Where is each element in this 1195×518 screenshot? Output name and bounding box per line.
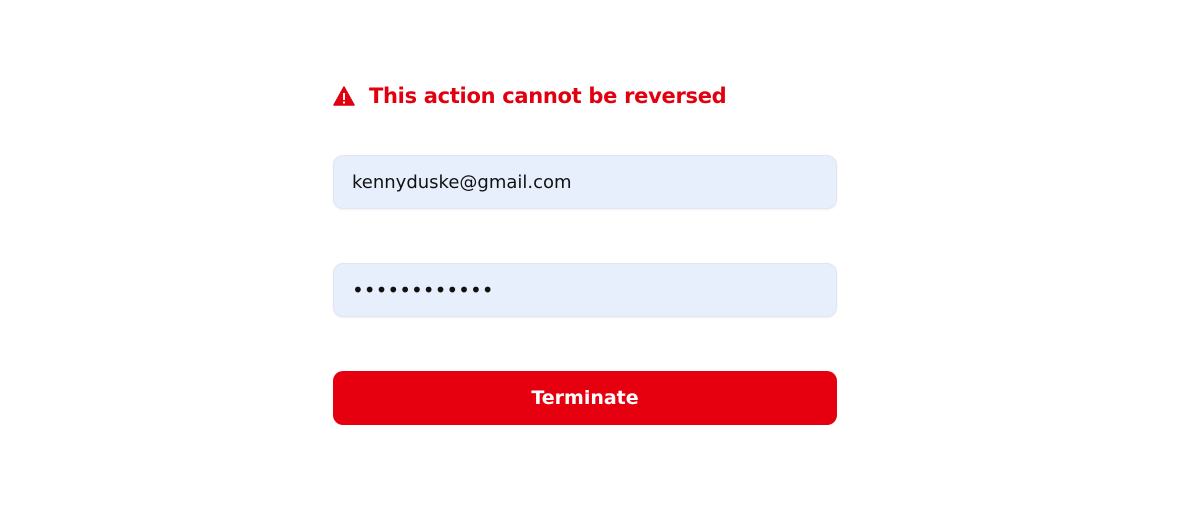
terminate-button[interactable]: Terminate <box>333 371 837 425</box>
password-field[interactable] <box>333 263 837 317</box>
email-field[interactable] <box>333 155 837 209</box>
warning-text: This action cannot be reversed <box>369 84 727 108</box>
warning-triangle-icon <box>333 86 355 106</box>
warning-message: This action cannot be reversed <box>333 80 727 112</box>
